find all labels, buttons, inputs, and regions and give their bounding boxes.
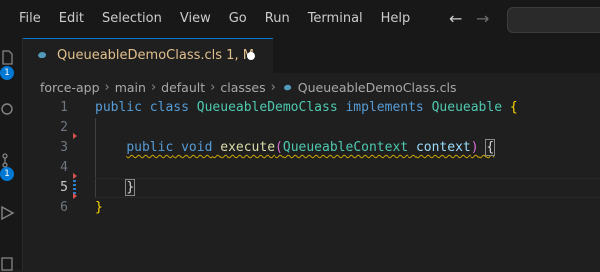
breadcrumb-item-file[interactable]: QueueableDemoClass.cls	[298, 80, 457, 95]
line-number: 2	[60, 120, 68, 135]
activity-bar: 1 1	[0, 38, 23, 271]
search-icon[interactable]	[0, 102, 16, 118]
apex-file-icon	[283, 84, 291, 90]
code-token: {	[485, 139, 496, 156]
code-token: (	[275, 140, 283, 155]
chevron-right-icon: ›	[104, 79, 110, 95]
title-bar: File Edit Selection View Go Run Terminal…	[0, 0, 600, 38]
code-token: {	[509, 100, 518, 115]
code-token: QueueableDemoClass	[196, 100, 338, 115]
code-text: }	[95, 178, 136, 198]
line-number: 3	[60, 140, 68, 155]
menu-go[interactable]: Go	[220, 0, 256, 38]
explorer-icon[interactable]	[0, 50, 16, 66]
run-debug-icon[interactable]	[0, 205, 16, 221]
back-arrow-icon[interactable]: ←	[449, 9, 462, 28]
breadcrumb-item-force-app[interactable]: force-app	[40, 80, 100, 95]
code-token: }	[125, 179, 136, 196]
code-text: public void execute(QueueableContext con…	[95, 138, 496, 158]
source-control-badge: 1	[0, 167, 14, 181]
tab-label: QueueableDemoClass.cls 1, M	[57, 48, 254, 63]
code-token: Queueable	[431, 100, 503, 115]
menu-terminal[interactable]: Terminal	[299, 0, 372, 38]
code-token: )	[470, 140, 479, 155]
chevron-right-icon: ›	[270, 79, 276, 95]
code-line-6[interactable]: 6 }	[23, 198, 600, 218]
breadcrumb-item-default[interactable]: default	[161, 80, 205, 95]
tab-queueable-demo-class[interactable]: QueueableDemoClass.cls 1, M	[23, 38, 273, 73]
menu-view[interactable]: View	[171, 0, 220, 38]
source-control-icon[interactable]	[0, 152, 16, 168]
command-center-search[interactable]	[507, 7, 600, 33]
code-line-2[interactable]: 2	[23, 118, 600, 138]
menu-help[interactable]: Help	[372, 0, 420, 38]
chevron-right-icon: ›	[150, 79, 157, 95]
code-text: public class QueueableDemoClass implemen…	[95, 98, 518, 118]
code-token: }	[95, 200, 103, 215]
code-editor[interactable]: 1 public class QueueableDemoClass implem…	[23, 98, 600, 270]
code-line-4[interactable]: 4	[23, 158, 600, 178]
code-token: QueueableContext	[282, 140, 409, 155]
line-number: 4	[60, 160, 68, 175]
code-token: public	[126, 140, 174, 155]
explorer-badge: 1	[0, 66, 14, 80]
breadcrumb: force-app › main › default › classes › Q…	[40, 76, 456, 98]
editor-tab-bar: QueueableDemoClass.cls 1, M	[23, 38, 600, 73]
code-token: context	[415, 140, 471, 155]
line-number: 5	[60, 180, 68, 195]
code-line-3[interactable]: 3 public void execute(QueueableContext c…	[23, 138, 600, 158]
code-token: execute	[220, 140, 276, 155]
forward-arrow-icon[interactable]: →	[476, 9, 489, 28]
code-line-1[interactable]: 1 public class QueueableDemoClass implem…	[23, 98, 600, 118]
menu-file[interactable]: File	[10, 0, 50, 38]
code-token: void	[181, 140, 213, 155]
menu-run[interactable]: Run	[256, 0, 299, 38]
code-token: implements	[345, 100, 424, 115]
code-line-5[interactable]: 5 }	[23, 178, 600, 198]
breadcrumb-item-classes[interactable]: classes	[220, 80, 265, 95]
menu-bar: File Edit Selection View Go Run Terminal…	[10, 0, 419, 38]
code-text: }	[95, 198, 103, 218]
apex-file-icon	[38, 52, 46, 58]
code-token: class	[149, 100, 189, 115]
menu-selection[interactable]: Selection	[93, 0, 171, 38]
unsaved-dot-icon[interactable]	[247, 52, 255, 60]
chevron-right-icon: ›	[210, 79, 216, 95]
menu-edit[interactable]: Edit	[50, 0, 93, 38]
code-token: public	[95, 100, 142, 115]
line-number: 6	[60, 200, 68, 215]
warning-squiggle: public void execute(QueueableContext con…	[126, 139, 496, 156]
line-number: 1	[60, 100, 68, 115]
breadcrumb-item-main[interactable]: main	[115, 80, 146, 95]
